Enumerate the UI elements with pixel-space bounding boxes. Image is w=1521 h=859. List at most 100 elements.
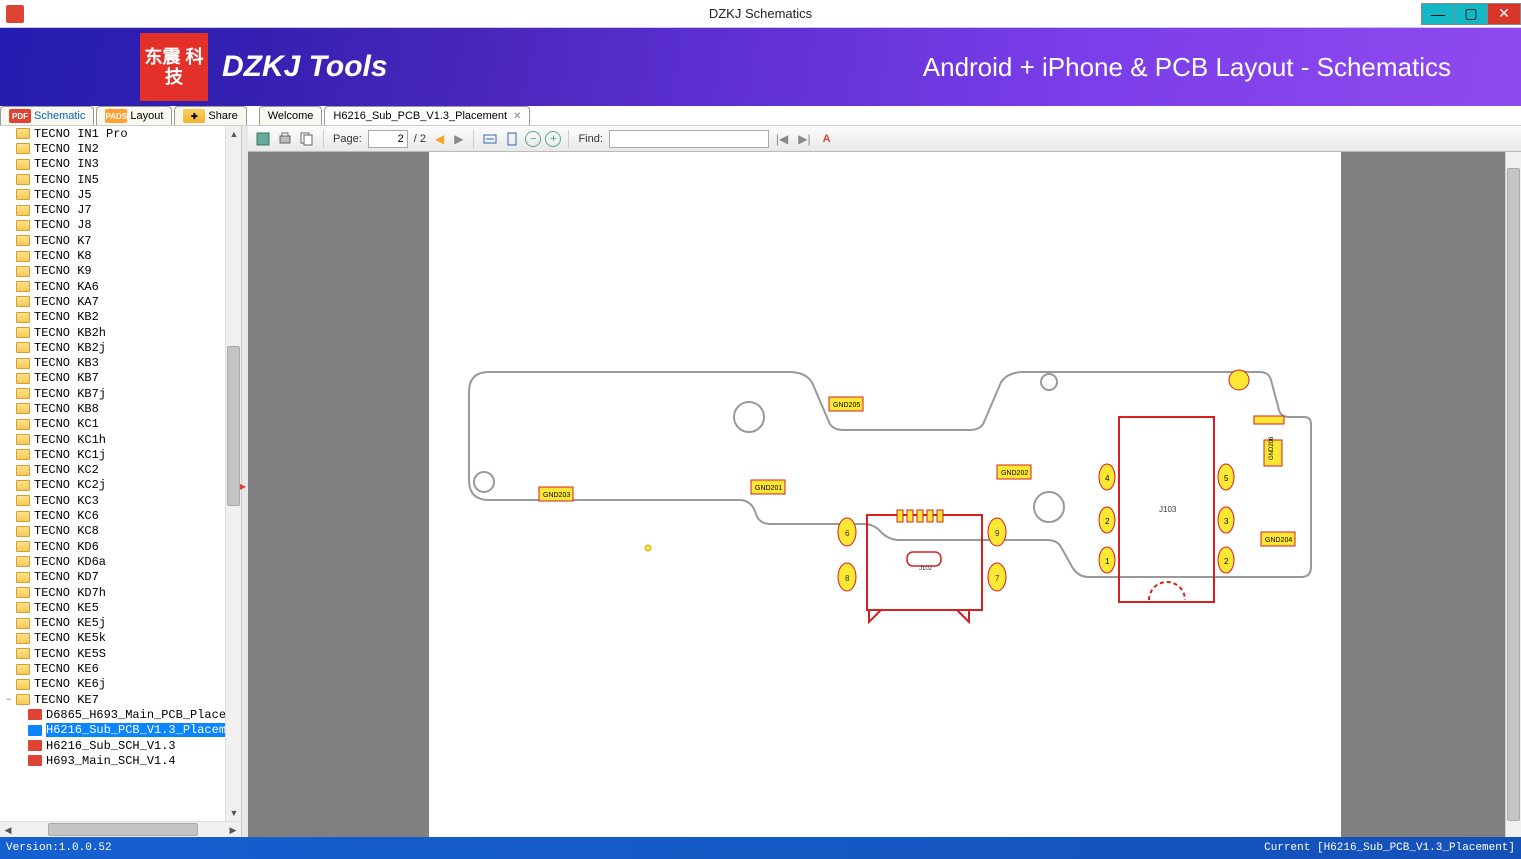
tree-folder[interactable]: TECNO KB7 (0, 371, 225, 386)
tree-folder[interactable]: TECNO KD7 (0, 570, 225, 585)
tree-file[interactable]: H6216_Sub_PCB_V1.3_Placement (0, 723, 225, 738)
tab-share[interactable]: ✚ Share (174, 106, 246, 125)
folder-icon (16, 480, 30, 491)
page-input[interactable] (368, 130, 408, 148)
tree-folder[interactable]: TECNO KB7j (0, 386, 225, 401)
folder-icon (16, 281, 30, 292)
zoom-out-icon[interactable]: − (525, 131, 541, 147)
fit-page-icon[interactable] (503, 130, 521, 148)
folder-icon (16, 312, 30, 323)
tree-folder[interactable]: TECNO KB2h (0, 325, 225, 340)
find-input[interactable] (609, 130, 769, 148)
folder-icon (16, 602, 30, 613)
gnd206-label: GND206 (1264, 436, 1282, 466)
tree-item-label: H6216_Sub_SCH_V1.3 (46, 739, 176, 753)
tree-folder[interactable]: TECNO KC1j (0, 447, 225, 462)
tree-folder[interactable]: TECNO KE5k (0, 631, 225, 646)
tree-folder[interactable]: TECNO IN5 (0, 172, 225, 187)
fit-width-icon[interactable] (481, 130, 499, 148)
tree-item-label: TECNO KE6j (34, 677, 106, 691)
tree-folder[interactable]: TECNO J7 (0, 202, 225, 217)
tree-folder[interactable]: TECNO KC1h (0, 432, 225, 447)
minimize-button[interactable]: — (1421, 3, 1455, 25)
tree-folder[interactable]: TECNO KE5 (0, 600, 225, 615)
tree-folder[interactable]: TECNO IN1 Pro (0, 126, 225, 141)
scroll-thumb[interactable] (48, 823, 198, 836)
pads-icon: PADS (105, 109, 127, 123)
tree-folder[interactable]: TECNO KA6 (0, 279, 225, 294)
tree-folder[interactable]: TECNO IN2 (0, 141, 225, 156)
tree-item-label: TECNO KD6a (34, 555, 106, 569)
tree-folder[interactable]: TECNO KE6 (0, 661, 225, 676)
folder-icon (16, 572, 30, 583)
tree-folder[interactable]: TECNO KD7h (0, 585, 225, 600)
tree-folder[interactable]: TECNO K7 (0, 233, 225, 248)
tree-folder[interactable]: TECNO KB8 (0, 401, 225, 416)
file-tree[interactable]: TECNO IN1 ProTECNO IN2TECNO IN3TECNO IN5… (0, 126, 225, 821)
save-icon[interactable] (254, 130, 272, 148)
tree-scrollbar-horizontal[interactable]: ◀ ▶ (0, 821, 241, 837)
close-button[interactable]: ✕ (1487, 3, 1521, 25)
print-icon[interactable] (276, 130, 294, 148)
tree-folder[interactable]: TECNO IN3 (0, 157, 225, 172)
maximize-button[interactable]: ▢ (1454, 3, 1488, 25)
tree-folder[interactable]: TECNO KC3 (0, 493, 225, 508)
tree-item-label: TECNO KD7h (34, 586, 106, 600)
find-prev-icon[interactable]: |◀ (773, 132, 791, 146)
tree-file[interactable]: H6216_Sub_SCH_V1.3 (0, 738, 225, 753)
tab-schematic[interactable]: PDF Schematic (0, 106, 94, 125)
highlight-icon[interactable]: A (818, 130, 836, 148)
viewer-canvas[interactable]: J102 J103 6 8 9 7 4 (248, 152, 1521, 837)
tree-folder[interactable]: −TECNO KE7 (0, 692, 225, 707)
tab-document[interactable]: H6216_Sub_PCB_V1.3_Placement ✕ (324, 106, 530, 125)
scroll-down-icon[interactable]: ▼ (226, 805, 241, 821)
folder-icon (16, 694, 30, 705)
scroll-thumb[interactable] (1507, 168, 1520, 821)
tree-item-label: TECNO KE6 (34, 662, 99, 676)
main-area: TECNO IN1 ProTECNO IN2TECNO IN3TECNO IN5… (0, 126, 1521, 837)
tree-folder[interactable]: TECNO KD6 (0, 539, 225, 554)
viewer-scrollbar-vertical[interactable] (1505, 152, 1521, 837)
tree-file[interactable]: D6865_H693_Main_PCB_Placement_V2 (0, 707, 225, 722)
tree-folder[interactable]: TECNO KC8 (0, 524, 225, 539)
scroll-up-icon[interactable]: ▲ (226, 126, 241, 142)
tree-item-label: TECNO J7 (34, 203, 92, 217)
tree-folder[interactable]: TECNO KC2 (0, 463, 225, 478)
tree-folder[interactable]: TECNO KC1 (0, 417, 225, 432)
tab-welcome[interactable]: Welcome (259, 106, 323, 125)
scroll-left-icon[interactable]: ◀ (0, 822, 16, 838)
tree-folder[interactable]: TECNO KD6a (0, 554, 225, 569)
find-next-icon[interactable]: ▶| (795, 132, 813, 146)
tree-item-label: TECNO IN1 Pro (34, 127, 128, 141)
scroll-thumb[interactable] (227, 346, 240, 506)
next-page-icon[interactable]: ▶ (451, 132, 466, 146)
tree-folder[interactable]: TECNO KC6 (0, 508, 225, 523)
tab-close-icon[interactable]: ✕ (513, 111, 521, 122)
pcb-schematic: J102 J103 6 8 9 7 4 (449, 352, 1319, 672)
svg-text:GND205: GND205 (833, 402, 860, 409)
current-doc-text: Current [H6216_Sub_PCB_V1.3_Placement] (1264, 842, 1515, 854)
tree-item-label: TECNO KC1h (34, 433, 106, 447)
tree-folder[interactable]: TECNO KE5S (0, 646, 225, 661)
tree-folder[interactable]: TECNO J5 (0, 187, 225, 202)
tree-folder[interactable]: TECNO KC2j (0, 478, 225, 493)
copy-icon[interactable] (298, 130, 316, 148)
tree-folder[interactable]: TECNO KB3 (0, 355, 225, 370)
tree-file[interactable]: H693_Main_SCH_V1.4 (0, 753, 225, 768)
tree-folder[interactable]: TECNO K8 (0, 248, 225, 263)
prev-page-icon[interactable]: ◀ (432, 132, 447, 146)
zoom-in-icon[interactable]: + (545, 131, 561, 147)
tree-folder[interactable]: TECNO J8 (0, 218, 225, 233)
tree-folder[interactable]: TECNO KB2 (0, 310, 225, 325)
tree-folder[interactable]: TECNO KE5j (0, 616, 225, 631)
scroll-right-icon[interactable]: ▶ (225, 822, 241, 838)
pcb-page: J102 J103 6 8 9 7 4 (429, 152, 1341, 837)
svg-text:7: 7 (995, 574, 1000, 583)
tree-item-label: TECNO KB3 (34, 356, 99, 370)
tree-folder[interactable]: TECNO K9 (0, 264, 225, 279)
tree-folder[interactable]: TECNO KB2j (0, 340, 225, 355)
tree-folder[interactable]: TECNO KA7 (0, 294, 225, 309)
tree-folder[interactable]: TECNO KE6j (0, 677, 225, 692)
tree-scrollbar-vertical[interactable]: ▲ ▼ (225, 126, 241, 821)
tab-layout[interactable]: PADS Layout (96, 106, 172, 125)
